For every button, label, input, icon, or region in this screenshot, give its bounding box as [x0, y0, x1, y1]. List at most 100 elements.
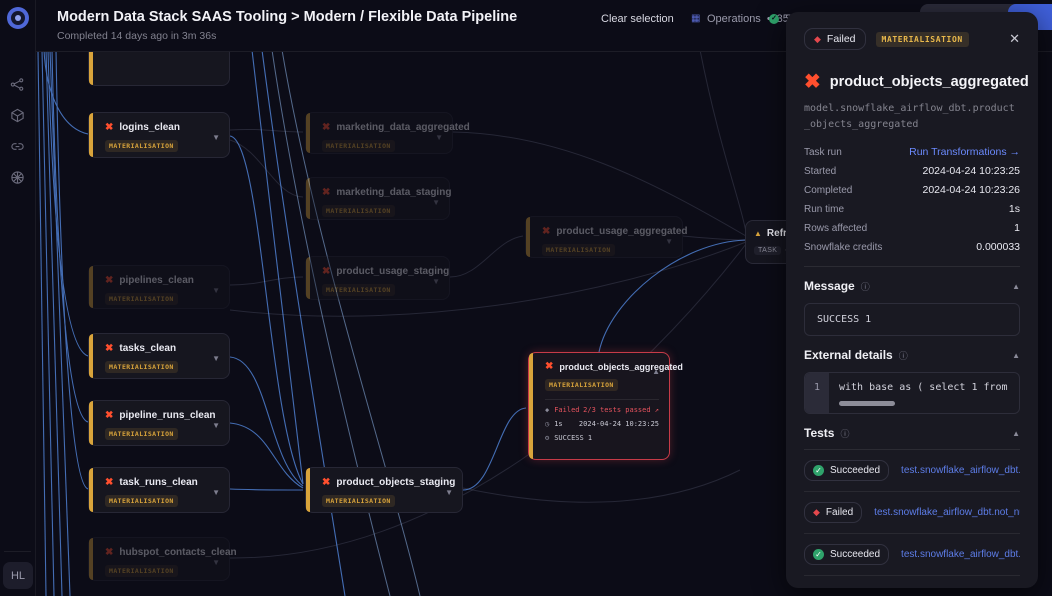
field-label: Snowflake credits	[804, 242, 882, 253]
app-sidebar: HL	[0, 0, 36, 596]
test-row: ✓ Succeeded test.snowflake_airflow_dbt.u…	[804, 450, 1020, 492]
chevron-up-icon[interactable]: ▲	[652, 367, 660, 376]
materialisation-badge: MATERIALISATION	[105, 428, 178, 440]
status-diamond-icon: ◆	[545, 406, 549, 414]
chevron-down-icon[interactable]: ▼	[212, 488, 220, 497]
test-row: ◆ Failed test.snowflake_airflow_dbt.not_…	[804, 492, 1020, 534]
chevron-down-icon[interactable]: ▼	[665, 237, 673, 246]
field-row: Started 2024-04-24 10:23:25	[804, 165, 1020, 177]
status-badge: ◆ Failed	[804, 28, 866, 50]
graph-node-tasks_clean[interactable]: ✖ tasks_clean ▼ MATERIALISATION	[88, 333, 230, 379]
orchestra-logo[interactable]	[7, 7, 29, 29]
graph-node-pipeline_runs_clean[interactable]: ✖ pipeline_runs_clean ▼ MATERIALISATION	[88, 400, 230, 446]
collapse-icon[interactable]: ▲	[1012, 429, 1020, 438]
graph-node-product_objects_staging[interactable]: ✖ product_objects_staging ▼ MATERIALISAT…	[305, 467, 463, 513]
model-path: model.snowflake_airflow_dbt.product_obje…	[804, 101, 1020, 132]
chevron-down-icon[interactable]: ▼	[212, 354, 220, 363]
materialisation-badge: MATERIALISATION	[105, 293, 178, 305]
warning-icon: ▲	[754, 229, 762, 238]
materialisation-badge: MATERIALISATION	[322, 495, 395, 507]
chevron-down-icon[interactable]: ▼	[212, 133, 220, 142]
materialisation-badge: MATERIALISATION	[322, 284, 395, 296]
field-row: Completed 2024-04-24 10:23:26	[804, 184, 1020, 196]
horizontal-scrollbar-thumb[interactable]	[839, 401, 895, 406]
graph-node-marketing_data_staging[interactable]: ✖ marketing_data_staging ▼ MATERIALISATI…	[305, 177, 450, 220]
task-type-badge: TASK	[754, 246, 781, 255]
field-label: Completed	[804, 185, 852, 196]
dbt-icon: ✖	[105, 344, 113, 354]
breadcrumb[interactable]: Modern Data Stack SAAS Tooling > Modern …	[57, 9, 517, 25]
field-row: Rows affected 1	[804, 222, 1020, 234]
user-avatar[interactable]: HL	[3, 562, 33, 589]
chevron-down-icon[interactable]: ▼	[432, 277, 440, 286]
cube-icon[interactable]	[10, 108, 25, 123]
graph-node-hubspot_contacts_clean[interactable]: ✖ hubspot_contacts_clean ▼ MATERIALISATI…	[88, 537, 230, 581]
node-label: product_objects_staging	[336, 477, 455, 488]
field-row: Run time 1s	[804, 203, 1020, 215]
dbt-icon: ✖	[105, 478, 113, 488]
graph-node-task_runs_clean[interactable]: ✖ task_runs_clean ▼ MATERIALISATION	[88, 467, 230, 513]
link-icon[interactable]	[10, 139, 25, 154]
sql-code-box: 1 with base as ( select 1 from SNOWFLAKE	[804, 372, 1020, 414]
materialisation-badge: MATERIALISATION	[105, 361, 178, 373]
dbt-icon: ✖	[545, 362, 553, 372]
node-label: product_objects_aggregated	[559, 362, 683, 372]
gear-icon: ⚙	[545, 434, 549, 442]
materialisation-badge: MATERIALISATION	[105, 565, 178, 577]
pipeline-graph-icon[interactable]	[10, 77, 25, 92]
chevron-down-icon[interactable]: ▼	[435, 133, 443, 142]
chevron-down-icon[interactable]: ▼	[212, 558, 220, 567]
dbt-icon: ✖	[105, 276, 113, 286]
node-label: product_usage_aggregated	[556, 226, 687, 237]
graph-node-product_usage_staging[interactable]: ✖ product_usage_staging ▼ MATERIALISATIO…	[305, 256, 450, 300]
info-icon: ⓘ	[861, 280, 870, 293]
dbt-icon: ✖	[105, 548, 113, 558]
field-value: 2024-04-24 10:23:26	[923, 184, 1021, 196]
test-link[interactable]: test.snowflake_airflow_dbt.unique_pro	[901, 465, 1020, 476]
test-status-badge: ✓ Succeeded	[804, 544, 889, 565]
clear-selection-button[interactable]: Clear selection	[601, 13, 674, 25]
info-icon: ⓘ	[840, 427, 849, 440]
operations-grid-icon: ▦	[691, 14, 701, 24]
node-label: logins_clean	[119, 122, 180, 133]
graph-node-product_usage_aggregated[interactable]: ✖ product_usage_aggregated ▼ MATERIALISA…	[525, 216, 683, 258]
test-link[interactable]: test.snowflake_airflow_dbt.not_null_pr	[874, 507, 1020, 518]
field-label: Task run	[804, 147, 842, 158]
task-run-fields: Task run Run Transformations → Started 20…	[804, 146, 1020, 253]
tests-heading: Tests	[804, 426, 834, 440]
dbt-icon: ✖	[322, 123, 330, 133]
materialisation-badge: MATERIALISATION	[322, 140, 395, 152]
globe-icon[interactable]	[10, 170, 25, 185]
graph-node-pipelines_clean[interactable]: ✖ pipelines_clean ▼ MATERIALISATION	[88, 265, 230, 309]
collapse-icon[interactable]: ▲	[1012, 351, 1020, 360]
chevron-down-icon[interactable]: ▼	[212, 421, 220, 430]
node-label: pipelines_clean	[119, 275, 193, 286]
chevron-down-icon[interactable]: ▼	[445, 488, 453, 497]
node-detail-row: ⚙SUCCESS 1	[545, 434, 659, 442]
field-value-link[interactable]: Run Transformations →	[909, 146, 1020, 158]
run-summary: Completed 14 days ago in 3m 36s	[57, 30, 216, 42]
field-row: Snowflake credits 0.000033	[804, 241, 1020, 253]
external-details-heading: External details	[804, 348, 893, 362]
collapse-icon[interactable]: ▲	[1012, 282, 1020, 291]
clock-icon: ◷	[545, 420, 549, 428]
dbt-icon: ✖	[322, 188, 330, 198]
materialisation-badge: MATERIALISATION	[876, 32, 969, 47]
graph-node-selected-product_objects_aggregated[interactable]: ✖ product_objects_aggregated ▲ MATERIALI…	[528, 352, 670, 460]
node-detail-row: ◷1s2024-04-24 10:23:25	[545, 420, 659, 428]
node-label: tasks_clean	[119, 343, 176, 354]
graph-node-logins_clean[interactable]: ✖ logins_clean ▼ MATERIALISATION	[88, 112, 230, 158]
node-label: task_runs_clean	[119, 477, 197, 488]
graph-node-marketing_data_aggregated[interactable]: ✖ marketing_data_aggregated ▼ MATERIALIS…	[305, 112, 453, 154]
close-icon[interactable]: ✕	[1009, 31, 1020, 47]
test-row: ✓ Succeeded test.snowflake_airflow_dbt.n…	[804, 534, 1020, 576]
node-run-details: ◆Failed2/3 tests passed ↗◷1s2024-04-24 1…	[545, 399, 659, 442]
succeeded-check-icon: ✓	[813, 465, 824, 476]
chevron-down-icon[interactable]: ▼	[212, 286, 220, 295]
node-label: marketing_data_staging	[336, 187, 451, 198]
materialisation-badge: MATERIALISATION	[542, 244, 615, 256]
test-link[interactable]: test.snowflake_airflow_dbt.not_null_pr	[901, 549, 1020, 560]
field-label: Rows affected	[804, 223, 867, 234]
dbt-icon: ✖	[542, 227, 550, 237]
chevron-down-icon[interactable]: ▼	[432, 198, 440, 207]
